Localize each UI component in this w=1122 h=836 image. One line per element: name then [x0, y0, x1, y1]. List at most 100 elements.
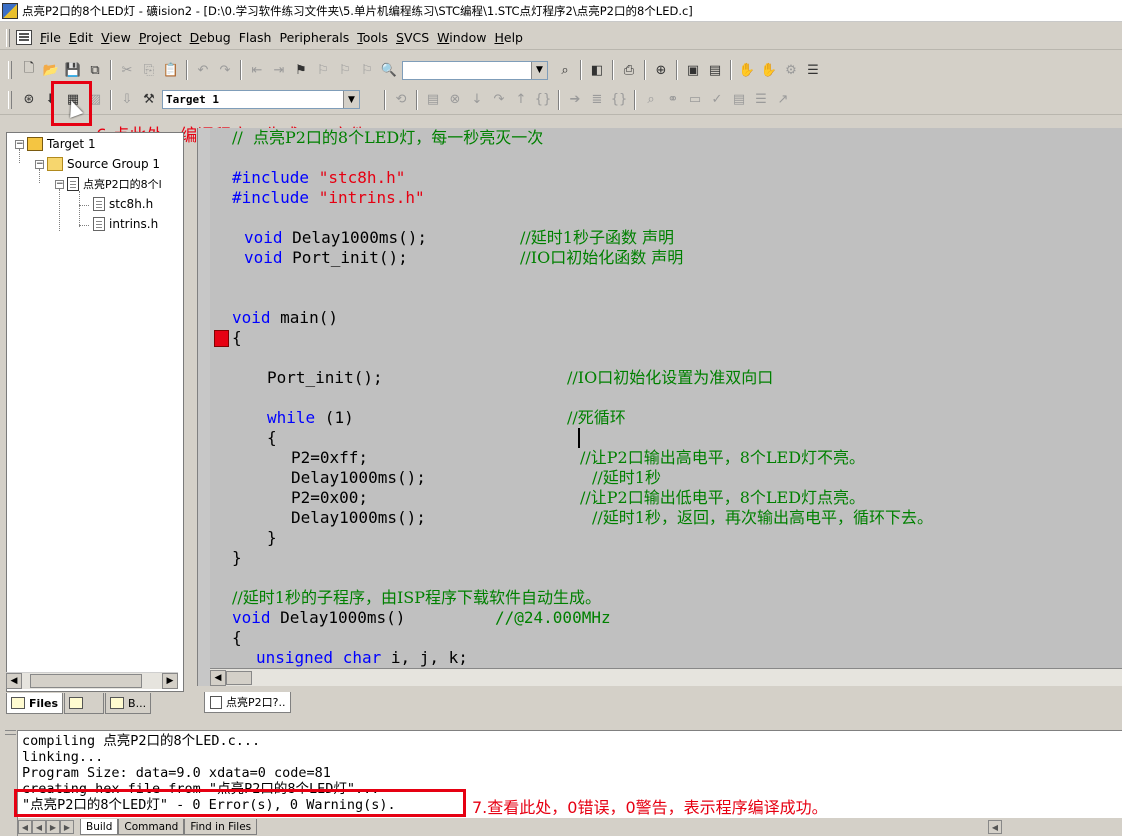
- performance-icon[interactable]: ↗: [772, 89, 794, 111]
- project-horizontal-scrollbar[interactable]: ◀ ▶: [6, 672, 178, 689]
- menu-peripherals[interactable]: Peripherals: [275, 30, 353, 45]
- code-comment: //@24.000MHz: [495, 608, 611, 627]
- watch-icon[interactable]: {}: [608, 89, 630, 111]
- next-tab-icon[interactable]: ▶: [46, 820, 60, 834]
- tab-regs[interactable]: [64, 693, 105, 714]
- collapse-icon[interactable]: −: [15, 139, 24, 149]
- menu-file[interactable]: File: [36, 30, 65, 45]
- bookmark-toggle-icon[interactable]: ⚑: [290, 59, 312, 81]
- editor-horizontal-scrollbar[interactable]: ◀: [210, 668, 1122, 686]
- menu-debug[interactable]: Debug: [186, 30, 235, 45]
- menu-project[interactable]: Project: [135, 30, 186, 45]
- unindent-icon[interactable]: ⇥: [268, 59, 290, 81]
- scroll-left-icon[interactable]: ◀: [6, 673, 22, 689]
- debug-session-icon[interactable]: ⊕: [650, 59, 672, 81]
- scroll-left-icon[interactable]: ◀: [988, 820, 1002, 834]
- configure-icon[interactable]: ⚙: [780, 59, 802, 81]
- print-icon[interactable]: ⎙: [618, 59, 640, 81]
- bookmark-clear-icon[interactable]: ⚐: [356, 59, 378, 81]
- scroll-left-icon[interactable]: ◀: [210, 669, 226, 686]
- serial-window-icon[interactable]: ▤: [728, 89, 750, 111]
- undo-icon[interactable]: ↶: [192, 59, 214, 81]
- scroll-right-icon[interactable]: ▶: [162, 673, 178, 689]
- run-icon[interactable]: ▤: [422, 89, 444, 111]
- tab-source-file[interactable]: 点亮P2口?..: [204, 692, 292, 713]
- binoculars-icon[interactable]: ⌕: [554, 59, 576, 81]
- indent-icon[interactable]: ⇤: [246, 59, 268, 81]
- tree-item-source-group[interactable]: − Source Group 1: [35, 155, 160, 173]
- menu-view[interactable]: View: [97, 30, 135, 45]
- first-tab-icon[interactable]: ◀: [18, 820, 32, 834]
- show-next-statement-icon[interactable]: ➔: [564, 89, 586, 111]
- run-to-cursor-icon[interactable]: {}: [532, 89, 554, 111]
- save-icon[interactable]: 💾: [62, 59, 84, 81]
- open-file-icon[interactable]: 📂: [40, 59, 62, 81]
- menu-window[interactable]: Window: [433, 30, 490, 45]
- reset-icon[interactable]: ⟲: [390, 89, 412, 111]
- tree-item-source-file[interactable]: − 点亮P2口的8个l: [55, 175, 162, 193]
- redo-icon[interactable]: ↷: [214, 59, 236, 81]
- editor-tabs: 点亮P2口?..: [204, 692, 292, 714]
- code-coverage-icon[interactable]: ⚭: [662, 89, 684, 111]
- halt-icon[interactable]: ⊗: [444, 89, 466, 111]
- step-over-icon[interactable]: ↷: [488, 89, 510, 111]
- collapse-icon[interactable]: −: [55, 179, 64, 189]
- bookmark-prev-icon[interactable]: ⚐: [312, 59, 334, 81]
- code-line: while (1): [267, 408, 354, 427]
- menu-flash[interactable]: Flash: [235, 30, 276, 45]
- chevron-down-icon[interactable]: ▼: [531, 61, 547, 79]
- code-line: void main(): [232, 308, 338, 327]
- hand-stop-icon[interactable]: ✋: [758, 59, 780, 81]
- toolbox-icon[interactable]: ✓: [706, 89, 728, 111]
- memory-icon[interactable]: ⌕: [640, 89, 662, 111]
- cut-icon[interactable]: ✂: [116, 59, 138, 81]
- find-combo[interactable]: ▼: [402, 60, 548, 80]
- menu-help[interactable]: Help: [490, 30, 527, 45]
- collapse-icon[interactable]: −: [35, 159, 44, 169]
- project-window-icon[interactable]: ▣: [682, 59, 704, 81]
- output-tabs: ◀ ◀ ▶ ▶ Build Command Find in Files ◀: [18, 818, 1122, 836]
- new-file-icon[interactable]: 🗋: [18, 59, 40, 81]
- code-comment: //让P2口输出低电平，8个LED灯点亮。: [580, 488, 866, 507]
- download-icon[interactable]: ⇩: [116, 89, 138, 111]
- target-options-icon[interactable]: ⚒: [138, 89, 160, 111]
- translate-icon[interactable]: ⊛: [18, 89, 40, 111]
- document-window-icon[interactable]: [16, 30, 32, 45]
- tab-build[interactable]: Build: [80, 819, 119, 835]
- paste-icon[interactable]: 📋: [160, 59, 182, 81]
- step-into-icon[interactable]: ↓: [466, 89, 488, 111]
- tab-books[interactable]: B...: [105, 693, 152, 714]
- breakpoint-marker[interactable]: [214, 330, 229, 347]
- last-tab-icon[interactable]: ▶: [60, 820, 74, 834]
- analysis-icon[interactable]: ▭: [684, 89, 706, 111]
- scroll-thumb[interactable]: [30, 674, 142, 688]
- output-window-icon[interactable]: ▤: [704, 59, 726, 81]
- settings-icon[interactable]: ☰: [802, 59, 824, 81]
- code-line: unsigned char i, j, k;: [256, 648, 468, 667]
- tree-item-include[interactable]: intrins.h: [93, 215, 158, 233]
- target-icon: [27, 137, 43, 151]
- tree-item-include[interactable]: stc8h.h: [93, 195, 153, 213]
- step-out-icon[interactable]: ↑: [510, 89, 532, 111]
- output-gutter: [4, 730, 18, 836]
- menu-svcs[interactable]: SVCS: [392, 30, 433, 45]
- save-all-icon[interactable]: ⧉: [84, 59, 106, 81]
- hand-icon[interactable]: ✋: [736, 59, 758, 81]
- tab-command[interactable]: Command: [118, 819, 185, 835]
- scroll-thumb[interactable]: [226, 670, 252, 685]
- tab-find-in-files[interactable]: Find in Files: [184, 819, 258, 835]
- find-in-files-icon[interactable]: 🔍: [378, 59, 400, 81]
- tab-files[interactable]: Files: [6, 693, 64, 714]
- browse-icon[interactable]: ◧: [586, 59, 608, 81]
- bookmark-next-icon[interactable]: ⚐: [334, 59, 356, 81]
- code-editor[interactable]: // 点亮P2口的8个LED灯，每一秒亮灭一次 #include "stc8h.…: [210, 128, 1122, 668]
- disassembly-icon[interactable]: ≣: [586, 89, 608, 111]
- menu-tools[interactable]: Tools: [353, 30, 392, 45]
- trace-icon[interactable]: ☰: [750, 89, 772, 111]
- target-select[interactable]: Target 1 ▼: [162, 90, 360, 109]
- copy-icon[interactable]: ⎘: [138, 59, 160, 81]
- prev-tab-icon[interactable]: ◀: [32, 820, 46, 834]
- menu-edit[interactable]: Edit: [65, 30, 97, 45]
- tree-item-target[interactable]: − Target 1: [15, 135, 96, 153]
- chevron-down-icon[interactable]: ▼: [343, 91, 359, 108]
